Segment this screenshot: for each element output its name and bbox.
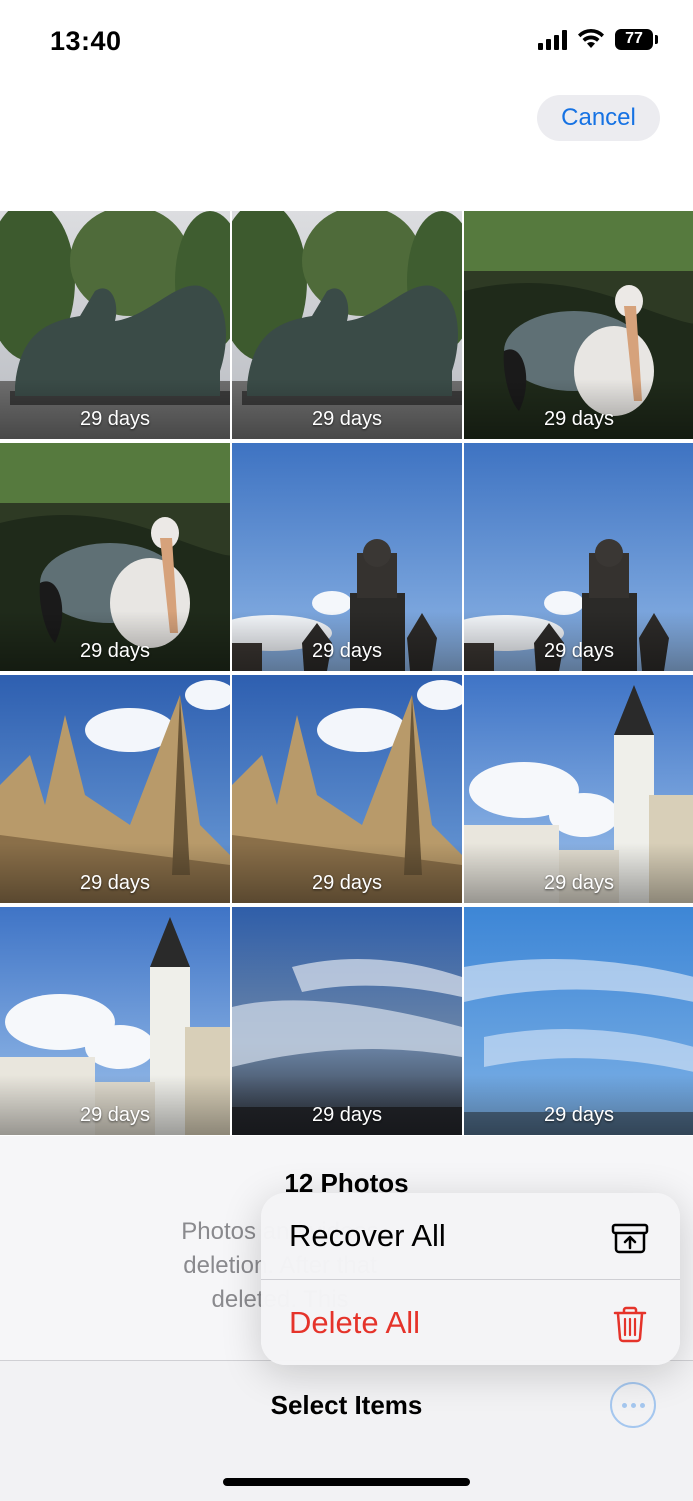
- recover-all-label: Recover All: [289, 1218, 446, 1253]
- days-remaining-label: 29 days: [79, 872, 151, 894]
- context-menu: Recover All Delete All: [261, 1193, 680, 1365]
- status-bar: 13:40 77: [0, 0, 693, 84]
- photo-thumbnail[interactable]: 29 days: [232, 211, 462, 439]
- delete-all-label: Delete All: [289, 1305, 420, 1340]
- photo-thumbnail[interactable]: 29 days: [464, 675, 693, 903]
- photo-thumbnail[interactable]: 29 days: [464, 907, 693, 1135]
- battery-level: 77: [625, 30, 643, 47]
- status-icons: 77: [538, 28, 658, 50]
- wifi-icon: [578, 28, 604, 48]
- days-remaining-label: 29 days: [79, 1104, 151, 1126]
- select-items-title: Select Items: [270, 1390, 423, 1420]
- delete-all-item[interactable]: Delete All: [261, 1280, 680, 1365]
- photo-thumbnail[interactable]: 29 days: [0, 443, 230, 671]
- days-remaining-label: 29 days: [311, 408, 383, 430]
- recover-all-item[interactable]: Recover All: [261, 1193, 680, 1279]
- days-remaining-label: 29 days: [79, 408, 151, 430]
- photo-grid: 29 days 29 days 29 days 29 days 29 days 29 da…: [0, 211, 693, 1136]
- days-remaining-label: 29 days: [79, 640, 151, 662]
- photo-thumbnail[interactable]: 29 days: [232, 907, 462, 1135]
- photo-thumbnail[interactable]: 29 days: [232, 443, 462, 671]
- cellular-signal-icon: [538, 28, 567, 50]
- days-remaining-label: 29 days: [311, 872, 383, 894]
- trash-icon: [613, 1306, 647, 1343]
- home-indicator[interactable]: [223, 1478, 470, 1486]
- battery-icon: 77: [615, 28, 658, 50]
- photo-thumbnail[interactable]: 29 days: [232, 675, 462, 903]
- ellipsis-circle-icon[interactable]: [610, 1382, 656, 1428]
- days-remaining-label: 29 days: [543, 872, 615, 894]
- photo-thumbnail[interactable]: 29 days: [464, 211, 693, 439]
- days-remaining-label: 29 days: [543, 1104, 615, 1126]
- archive-restore-icon: [611, 1223, 649, 1254]
- photo-thumbnail[interactable]: 29 days: [0, 675, 230, 903]
- status-time: 13:40: [50, 26, 122, 56]
- photo-thumbnail[interactable]: 29 days: [464, 443, 693, 671]
- days-remaining-label: 29 days: [311, 640, 383, 662]
- days-remaining-label: 29 days: [543, 640, 615, 662]
- days-remaining-label: 29 days: [543, 408, 615, 430]
- photo-thumbnail[interactable]: 29 days: [0, 907, 230, 1135]
- days-remaining-label: 29 days: [311, 1104, 383, 1126]
- cancel-button[interactable]: Cancel: [537, 95, 660, 141]
- photo-thumbnail[interactable]: 29 days: [0, 211, 230, 439]
